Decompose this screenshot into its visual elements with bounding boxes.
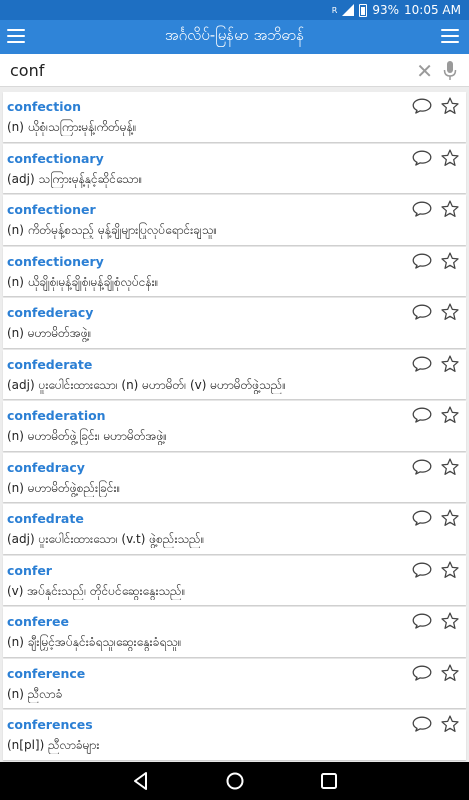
star-icon[interactable]: [440, 405, 460, 425]
list-item[interactable]: confederacy (n) မဟာမိတ်အဖွဲ့။: [3, 298, 466, 348]
entry-word: confectionery: [7, 253, 104, 269]
entry-definition: (n) မဟာမိတ်အဖွဲ့။: [7, 326, 92, 340]
comment-icon[interactable]: [412, 98, 432, 114]
star-icon[interactable]: [440, 302, 460, 322]
list-item[interactable]: confectionery (n) ယိုချိုစုံ၊မုန့်ချိုစုံ…: [3, 246, 466, 296]
navigation-bar: [0, 762, 469, 800]
entry-definition: (n) မဟာမိတ်ဖွဲ့ခြင်း၊ မဟာမိတ်အဖွဲ့။: [7, 429, 168, 443]
comment-icon[interactable]: [412, 407, 432, 423]
menu-icon[interactable]: [7, 27, 25, 45]
entry-word: conferee: [7, 614, 69, 629]
list-item[interactable]: confederation (n) မဟာမိတ်ဖွဲ့ခြင်း၊ မဟာမိ…: [3, 401, 466, 451]
comment-icon[interactable]: [412, 150, 432, 166]
star-icon[interactable]: [440, 714, 460, 734]
entry-definition: (adj) သကြားမုန့်နှင့်ဆိုင်သော။: [7, 171, 143, 186]
battery-icon: [359, 3, 368, 17]
star-icon[interactable]: [440, 457, 460, 477]
comment-icon[interactable]: [412, 562, 432, 578]
list-item[interactable]: confectionary (adj) သကြားမုန့်နှင့်ဆိုင်သ…: [3, 143, 466, 193]
entry-word: conference: [7, 665, 86, 681]
comment-icon[interactable]: [412, 201, 432, 217]
star-icon[interactable]: [440, 560, 460, 580]
list-item[interactable]: confer (v) အပ်နှင်းသည်၊ တိုင်ပင်ဆွေးနွေးသ…: [3, 555, 466, 605]
comment-icon[interactable]: [412, 510, 432, 526]
entry-definition: (n[pl]) ညီလာခံများ: [7, 738, 100, 752]
star-icon[interactable]: [440, 199, 460, 219]
entry-word: confedrate: [7, 511, 84, 526]
star-icon[interactable]: [440, 148, 460, 168]
entry-definition: (n) ယိုစုံ၊သကြားမုန့်၊ကိတ်မုန့်။: [7, 120, 137, 134]
comment-icon[interactable]: [412, 716, 432, 732]
clear-icon[interactable]: ✕: [416, 61, 433, 81]
comment-icon[interactable]: [412, 665, 432, 681]
entry-word: confedracy: [7, 459, 85, 475]
star-icon[interactable]: [440, 251, 460, 271]
app-bar: အင်္ဂလိပ်-မြန်မာ အဘိဓာန်: [0, 20, 469, 54]
comment-icon[interactable]: [412, 253, 432, 269]
overflow-menu-icon[interactable]: [441, 27, 459, 45]
clock: 10:05 AM: [404, 3, 461, 17]
comment-icon[interactable]: [412, 613, 432, 629]
entry-definition: (n) ကိတ်မုန့်စသည့် မုန့်ချိုများပြုလုပ်ရ…: [7, 223, 218, 237]
star-icon[interactable]: [440, 611, 460, 631]
results-list[interactable]: confection (n) ယိုစုံ၊သကြားမုန့်၊ကိတ်မုန့…: [0, 90, 469, 762]
app-title: အင်္ဂလိပ်-မြန်မာ အဘိဓာန်: [164, 26, 305, 44]
entry-definition: (adj) ပူးပေါင်းထားသော၊ (n) မဟာမိတ်၊ (v) …: [7, 377, 286, 392]
list-item[interactable]: confedrate (adj) ပူးပေါင်းထားသော၊ (v.t) ဖ…: [3, 504, 466, 554]
entry-definition: (adj) ပူးပေါင်းထားသော၊ (v.t) ဖွဲ့စည်းသည်…: [7, 532, 205, 546]
list-item[interactable]: confedracy (n) မဟာမိတ်ဖွဲ့စည်းခြင်း။: [3, 452, 466, 502]
entry-word: confederacy: [7, 305, 94, 320]
comment-icon[interactable]: [412, 304, 432, 320]
sim-indicator: R: [331, 5, 338, 15]
entry-word: conferences: [7, 717, 93, 732]
list-item[interactable]: conference (n) ညီလာခံ: [3, 658, 466, 708]
star-icon[interactable]: [440, 508, 460, 528]
entry-definition: (n) မဟာမိတ်ဖွဲ့စည်းခြင်း။: [7, 480, 121, 495]
status-bar: R 93% 10:05 AM: [0, 0, 469, 20]
entry-word: confectioner: [7, 202, 96, 217]
entry-word: confer: [7, 562, 52, 578]
star-icon[interactable]: [440, 354, 460, 374]
entry-word: confectionary: [7, 150, 104, 166]
list-item[interactable]: conferences (n[pl]) ညီလာခံများ: [3, 710, 466, 760]
comment-icon[interactable]: [412, 356, 432, 372]
star-icon[interactable]: [440, 96, 460, 116]
list-item[interactable]: confectioner (n) ကိတ်မုန့်စသည့် မုန့်ချို…: [3, 195, 466, 245]
entry-word: confection: [7, 99, 81, 114]
list-item[interactable]: conferee (n) ချီးမြှင့်အပ်နှင်းခံရသူ၊ဆွေး…: [3, 607, 466, 657]
entry-definition: (n) ညီလာခံ: [7, 686, 63, 701]
list-item[interactable]: confederate (adj) ပူးပေါင်းထားသော၊ (n) မဟ…: [3, 349, 466, 399]
search-bar: ✕: [0, 54, 469, 87]
back-icon[interactable]: [129, 769, 153, 793]
entry-word: confederate: [7, 356, 93, 372]
home-icon[interactable]: [223, 769, 247, 793]
comment-icon[interactable]: [412, 459, 432, 475]
battery-level: 93%: [372, 3, 400, 17]
signal-icon: [342, 4, 355, 16]
entry-definition: (n) ယိုချိုစုံ၊မုန့်ချိုစုံ၊မုန့်ချိုစုံ…: [7, 274, 159, 289]
search-input[interactable]: [0, 60, 400, 80]
list-item[interactable]: confection (n) ယိုစုံ၊သကြားမုန့်၊ကိတ်မုန့…: [3, 92, 466, 142]
entry-definition: (n) ချီးမြှင့်အပ်နှင်းခံရသူ၊ဆွေးနွေးခံရသ…: [7, 635, 182, 649]
recents-icon[interactable]: [317, 769, 341, 793]
star-icon[interactable]: [440, 663, 460, 683]
entry-word: confederation: [7, 408, 106, 423]
entry-definition: (v) အပ်နှင်းသည်၊ တိုင်ပင်ဆွေးနွေးသည်။: [7, 583, 186, 598]
microphone-icon[interactable]: [443, 61, 457, 81]
